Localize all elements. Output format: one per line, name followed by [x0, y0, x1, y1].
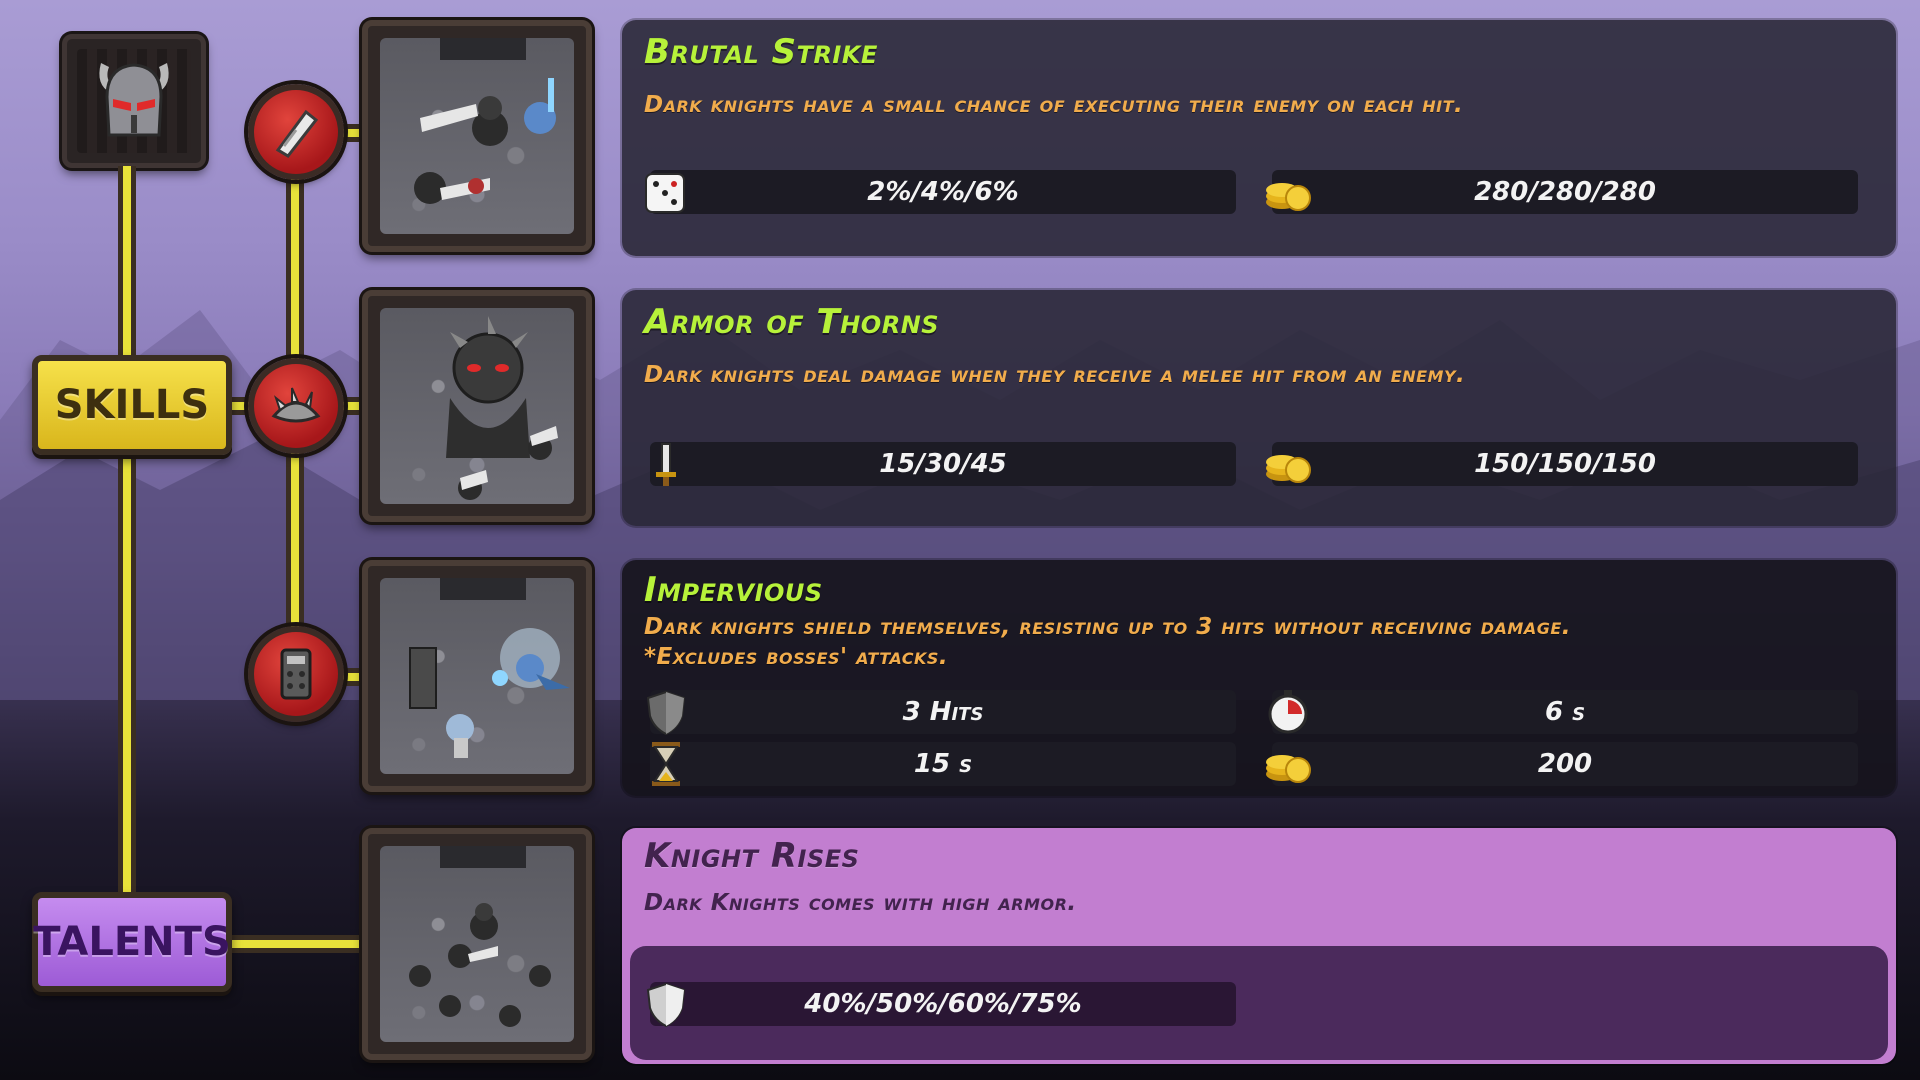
talents-tab[interactable]: TALENTS [32, 892, 232, 992]
stopwatch-icon [1268, 690, 1308, 734]
skill-tree-line [118, 452, 136, 898]
skill-description: Dark knights shield themselves, resistin… [644, 614, 1572, 640]
stat-cost: 200 [1266, 742, 1858, 786]
talent-stats-area: 40%/50%/60%/75% [630, 946, 1888, 1060]
skill-title: Brutal Strike [644, 32, 878, 72]
stat-value: 40%/50%/60%/75% [804, 989, 1082, 1019]
stat-hits: 3 Hits [646, 690, 1236, 736]
stat-cooldown: 15 s [650, 742, 1236, 786]
armor-shield-icon [646, 982, 686, 1028]
stat-armor: 40%/50%/60%/75% [646, 982, 1236, 1028]
stat-value: 150/150/150 [1474, 449, 1656, 479]
skill-panel-impervious: Impervious Dark knights shield themselve… [622, 560, 1896, 796]
knight-rises-preview [362, 828, 592, 1060]
skill-tree-line [118, 166, 136, 360]
armor-of-thorns-preview [362, 290, 592, 522]
skill-title: Armor of Thorns [644, 302, 940, 342]
shield-icon [646, 690, 686, 736]
skill-panel-armor-of-thorns: Armor of Thorns Dark knights deal damage… [622, 290, 1896, 526]
tower-shield-icon [280, 648, 312, 700]
skill-tree-line [230, 935, 370, 953]
gold-coins-icon [1266, 183, 1311, 211]
gold-coins-icon [1266, 455, 1311, 483]
dark-knight-helmet-icon [99, 63, 169, 137]
stat-damage: 15/30/45 [650, 442, 1236, 486]
gold-coins-icon [1266, 755, 1311, 783]
skill-panel-brutal-strike: Brutal Strike Dark knights have a small … [622, 20, 1896, 256]
skill-description: Dark knights have a small chance of exec… [644, 92, 1464, 118]
stat-cost: 280/280/280 [1266, 170, 1858, 214]
skills-tab[interactable]: SKILLS [32, 355, 232, 455]
stat-duration: 6 s [1268, 690, 1858, 734]
impervious-skill-button[interactable] [248, 626, 344, 722]
sword-icon [656, 443, 676, 486]
spiked-armor-icon [271, 387, 321, 423]
talent-panel-knight-rises: Knight Rises Dark Knights comes with hig… [622, 828, 1896, 1064]
stat-chance: 2%/4%/6% [645, 170, 1236, 214]
stat-value: 15 s [913, 749, 973, 779]
skill-title: Impervious [644, 570, 823, 610]
stat-value: 200 [1537, 749, 1593, 779]
stat-cost: 150/150/150 [1266, 442, 1858, 486]
armor-of-thorns-skill-button[interactable] [248, 358, 344, 454]
dark-knight-portrait [62, 34, 206, 168]
talent-description: Dark Knights comes with high armor. [644, 890, 1077, 916]
brutal-strike-icon [275, 109, 319, 158]
skill-note: *Excludes bosses' attacks. [644, 644, 949, 670]
brutal-strike-preview [362, 20, 592, 252]
stat-value: 15/30/45 [879, 449, 1007, 479]
dice-icon [645, 173, 685, 213]
stat-value: 3 Hits [902, 697, 984, 727]
impervious-preview [362, 560, 592, 792]
hourglass-icon [652, 742, 680, 786]
talent-title: Knight Rises [644, 836, 860, 876]
brutal-strike-skill-button[interactable] [248, 84, 344, 180]
stat-value: 2%/4%/6% [867, 177, 1019, 207]
stat-value: 280/280/280 [1474, 177, 1656, 207]
skill-description: Dark knights deal damage when they recei… [644, 362, 1466, 388]
stat-value: 6 s [1544, 697, 1586, 727]
